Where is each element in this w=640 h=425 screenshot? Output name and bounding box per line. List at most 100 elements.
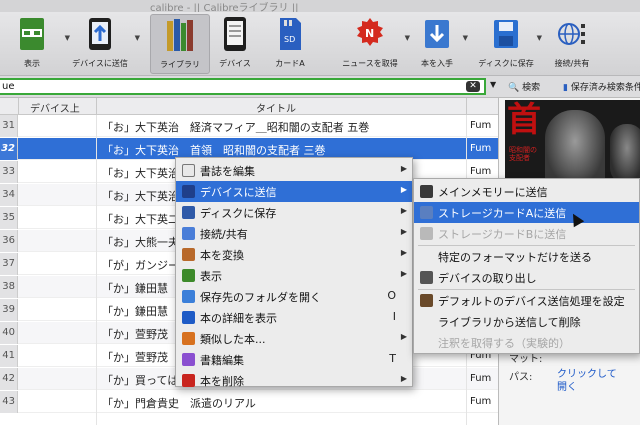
- toolbar-save-to-disk-button[interactable]: ディスクに保存 ▼: [478, 14, 542, 74]
- row-title: 「か」萱野茂: [102, 351, 168, 364]
- context-menu-item-2[interactable]: ディスクに保存 ▶: [176, 202, 412, 223]
- chevron-down-icon[interactable]: ▼: [537, 34, 542, 42]
- chevron-down-icon[interactable]: ▼: [463, 34, 468, 42]
- toolbar-library-button[interactable]: ライブラリ: [150, 14, 210, 74]
- svg-text:N: N: [365, 27, 374, 40]
- submenu-arrow-icon: ▶: [400, 164, 407, 173]
- row-number: 37: [0, 253, 18, 275]
- submenu-item-1[interactable]: ストレージカードAに送信: [414, 202, 639, 223]
- edit-book-icon: [182, 353, 195, 366]
- search-history-dropdown-icon[interactable]: ▼: [490, 80, 496, 89]
- network-share-icon: [558, 23, 585, 45]
- clear-search-icon[interactable]: ✕: [466, 81, 480, 92]
- row-author: Fum: [470, 120, 492, 131]
- main-toolbar: 表示 ▼ デバイスに送信 ▼ ライブラリ デバイス SD カードA N ニュース…: [0, 12, 640, 76]
- row-title: 「お」大下英二: [102, 213, 179, 226]
- tools-icon: [420, 294, 433, 307]
- delete-book-icon: [182, 374, 195, 387]
- toolbar-device-button[interactable]: デバイス: [214, 14, 256, 74]
- floppy-save-icon: [494, 20, 518, 48]
- table-row[interactable]: 31 「お」大下英治 経済マフィア＿昭和闇の支配者 五巻 Fum: [0, 115, 498, 137]
- row-title: 「か」萱野茂: [102, 328, 168, 341]
- submenu-label: デフォルトのデバイス送信処理を設定: [438, 295, 625, 308]
- library-books-icon: [167, 19, 193, 51]
- column-divider[interactable]: [96, 98, 97, 115]
- context-menu-item-4[interactable]: 本を変換 ▶: [176, 244, 412, 265]
- search-button-label: 検索: [522, 83, 541, 93]
- similar-books-icon: [182, 332, 195, 345]
- shortcut-key: I: [392, 310, 396, 323]
- device-icon: [182, 185, 195, 198]
- row-number: 39: [0, 299, 18, 321]
- search-icon: 🔍: [508, 83, 520, 93]
- submenu-label: ライブラリから送信して削除: [438, 316, 581, 329]
- context-menu-label: 接続/共有: [200, 228, 248, 241]
- toolbar-fetch-news-button[interactable]: N ニュースを取得 ▼: [338, 14, 410, 74]
- toolbar-get-books-button[interactable]: 本を入手 ▼: [414, 14, 468, 74]
- toolbar-news-label: ニュースを取得: [342, 59, 398, 68]
- submenu-item-5[interactable]: デフォルトのデバイス送信処理を設定: [414, 290, 639, 311]
- context-menu-label: 類似した本...: [200, 333, 266, 346]
- toolbar-view-button[interactable]: 表示 ▼: [2, 14, 70, 74]
- context-menu-label: ディスクに保存: [200, 207, 277, 220]
- submenu-item-6[interactable]: ライブラリから送信して削除: [414, 311, 639, 332]
- context-menu-item-6[interactable]: 保存先のフォルダを開く O: [176, 286, 412, 307]
- chevron-down-icon[interactable]: ▼: [135, 34, 140, 42]
- row-number: 33: [0, 161, 18, 183]
- path-label: パス:: [509, 372, 533, 383]
- submenu-item-4[interactable]: デバイスの取り出し: [414, 267, 639, 288]
- submenu-item-7: 注釈を取得する（実験的）: [414, 332, 639, 353]
- submenu-label: 特定のフォーマットだけを送る: [438, 251, 592, 264]
- context-menu-item-5[interactable]: 表示 ▶: [176, 265, 412, 286]
- open-path-link[interactable]: クリックして開く: [557, 368, 617, 394]
- row-author: Fum: [470, 166, 492, 177]
- column-divider[interactable]: [466, 98, 467, 115]
- context-menu-item-1[interactable]: デバイスに送信 ▶: [176, 181, 412, 202]
- book-context-menu: 書誌を編集 ▶ デバイスに送信 ▶ ディスクに保存 ▶ 接続/共有 ▶ 本を変換 ▶ 表示 ▶ 保存先の…: [175, 157, 413, 388]
- toolbar-card-a-button[interactable]: SD カードA: [270, 14, 310, 74]
- context-menu-item-0[interactable]: 書誌を編集 ▶: [176, 160, 412, 181]
- context-menu-label: 書誌を編集: [200, 165, 255, 178]
- news-icon: N: [357, 18, 383, 46]
- row-number: 34: [0, 184, 18, 206]
- submenu-item-3[interactable]: 特定のフォーマットだけを送る: [414, 246, 639, 267]
- send-to-device-submenu: メインメモリーに送信 ストレージカードAに送信 ストレージカードBに送信 特定のフォー…: [413, 178, 640, 354]
- row-title: 「が」ガンジー: [102, 259, 179, 272]
- save-disk-icon: [182, 206, 195, 219]
- column-header-title[interactable]: タイトル: [256, 100, 296, 115]
- column-header-on-device[interactable]: デバイス上: [30, 100, 80, 115]
- row-author: Fum: [470, 373, 492, 384]
- context-menu-item-7[interactable]: 本の詳細を表示 I: [176, 307, 412, 328]
- book-cover-image[interactable]: 首 昭和闇の支配者: [505, 100, 640, 188]
- context-menu-label: 書籍編集: [200, 354, 244, 367]
- saved-searches-button[interactable]: ▮ 保存済み検索条件: [563, 80, 640, 93]
- toolbar-send-label: デバイスに送信: [72, 59, 128, 68]
- glasses-book-icon: [20, 18, 44, 50]
- shortcut-key: T: [389, 352, 396, 365]
- toolbar-connect-share-button[interactable]: 接続/共有: [548, 14, 596, 74]
- context-menu-label: 本を削除: [200, 375, 244, 388]
- search-input[interactable]: ue: [0, 78, 486, 95]
- column-divider[interactable]: [18, 98, 19, 115]
- row-number: 42: [0, 368, 18, 390]
- context-menu-item-3[interactable]: 接続/共有 ▶: [176, 223, 412, 244]
- row-author: Fum: [470, 396, 492, 407]
- row-number: 43: [0, 391, 18, 413]
- submenu-label: メインメモリーに送信: [438, 186, 548, 199]
- submenu-arrow-icon: ▶: [400, 269, 407, 278]
- context-menu-label: 本の詳細を表示: [200, 312, 277, 325]
- toolbar-send-to-device-button[interactable]: デバイスに送信 ▼: [68, 14, 140, 74]
- context-menu-item-8[interactable]: 類似した本... ▶: [176, 328, 412, 349]
- table-row[interactable]: 43 「か」門倉貴史 派遣のリアル Fum: [0, 391, 498, 413]
- chevron-down-icon[interactable]: ▼: [405, 34, 410, 42]
- reader-device-icon: [224, 17, 246, 51]
- search-button[interactable]: 🔍 検索: [508, 80, 540, 93]
- submenu-label: デバイスの取り出し: [438, 272, 537, 285]
- context-menu-item-10[interactable]: 本を削除 ▶: [176, 370, 412, 391]
- submenu-item-0[interactable]: メインメモリーに送信: [414, 181, 639, 202]
- row-number: 35: [0, 207, 18, 229]
- cover-portrait: [610, 124, 640, 184]
- submenu-arrow-icon: ▶: [400, 332, 407, 341]
- context-menu-item-9[interactable]: 書籍編集 T: [176, 349, 412, 370]
- row-number: 41: [0, 345, 18, 367]
